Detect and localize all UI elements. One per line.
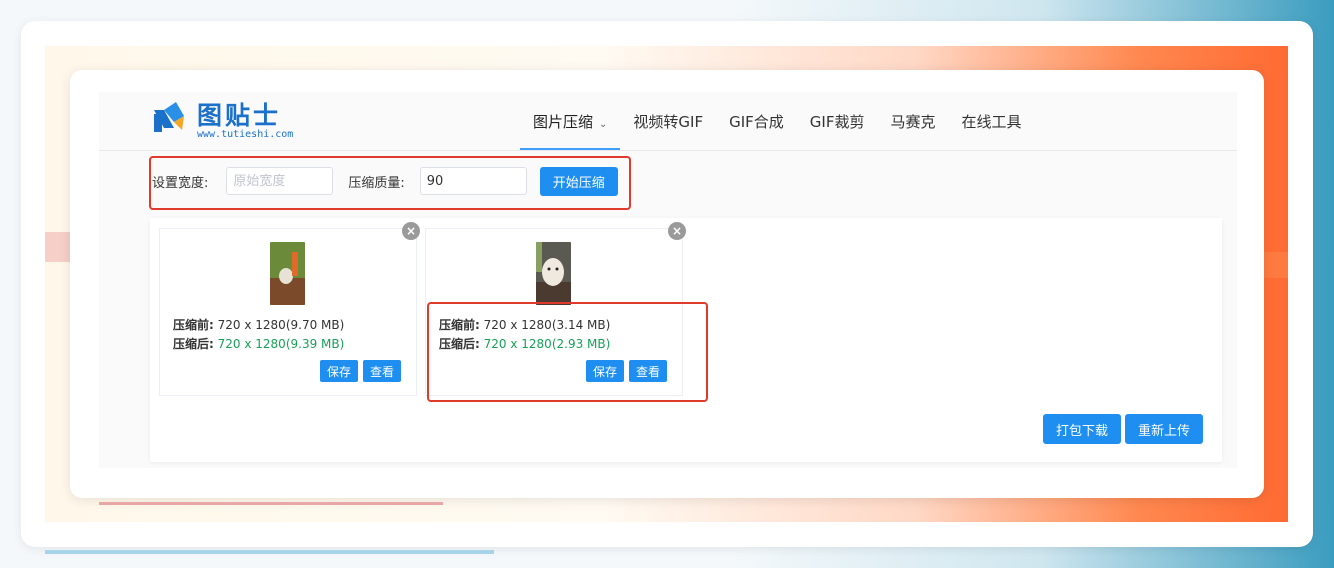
highlight-settings — [149, 156, 631, 210]
logo-icon[interactable] — [152, 100, 186, 134]
highlight-result — [427, 302, 708, 402]
decor-line-blue — [45, 550, 494, 554]
image-thumbnail[interactable] — [536, 242, 571, 305]
before-value: 720 x 1280(9.70 MB) — [217, 318, 345, 332]
main-nav: 图片压缩 ⌄ 视频转GIF GIF合成 GIF裁剪 马赛克 在线工具 — [520, 92, 1035, 150]
nav-gif-crop[interactable]: GIF裁剪 — [797, 92, 878, 150]
image-thumbnail[interactable] — [270, 242, 305, 305]
decor-strip-right — [1262, 252, 1288, 278]
after-info: 压缩后: 720 x 1280(9.39 MB) — [173, 337, 345, 351]
nav-video-to-gif[interactable]: 视频转GIF — [620, 92, 716, 150]
logo-name[interactable]: 图贴士 — [197, 96, 281, 132]
nav-label: 图片压缩 — [533, 113, 594, 131]
after-value: 720 x 1280(9.39 MB) — [217, 337, 345, 351]
nav-gif-compose[interactable]: GIF合成 — [716, 92, 797, 150]
nav-image-compress[interactable]: 图片压缩 ⌄ — [520, 92, 621, 150]
result-card: 压缩前: 720 x 1280(9.70 MB) 压缩后: 720 x 1280… — [159, 228, 417, 396]
close-icon[interactable]: × — [668, 222, 686, 240]
reupload-button[interactable]: 重新上传 — [1125, 414, 1204, 444]
decor-line-pink — [99, 502, 443, 505]
nav-mosaic[interactable]: 马赛克 — [877, 92, 948, 150]
nav-online-tools[interactable]: 在线工具 — [948, 92, 1034, 150]
before-info: 压缩前: 720 x 1280(9.70 MB) — [173, 318, 345, 332]
chevron-down-icon: ⌄ — [599, 119, 608, 130]
view-button[interactable]: 查看 — [363, 360, 402, 382]
save-button[interactable]: 保存 — [320, 360, 359, 382]
site-header: 图贴士 www.tutieshi.com 图片压缩 ⌄ 视频转GIF GIF合成 … — [99, 92, 1237, 151]
logo-url: www.tutieshi.com — [197, 129, 294, 140]
download-all-button[interactable]: 打包下载 — [1043, 414, 1122, 444]
decor-strip-left — [45, 232, 73, 262]
close-icon[interactable]: × — [402, 222, 420, 240]
